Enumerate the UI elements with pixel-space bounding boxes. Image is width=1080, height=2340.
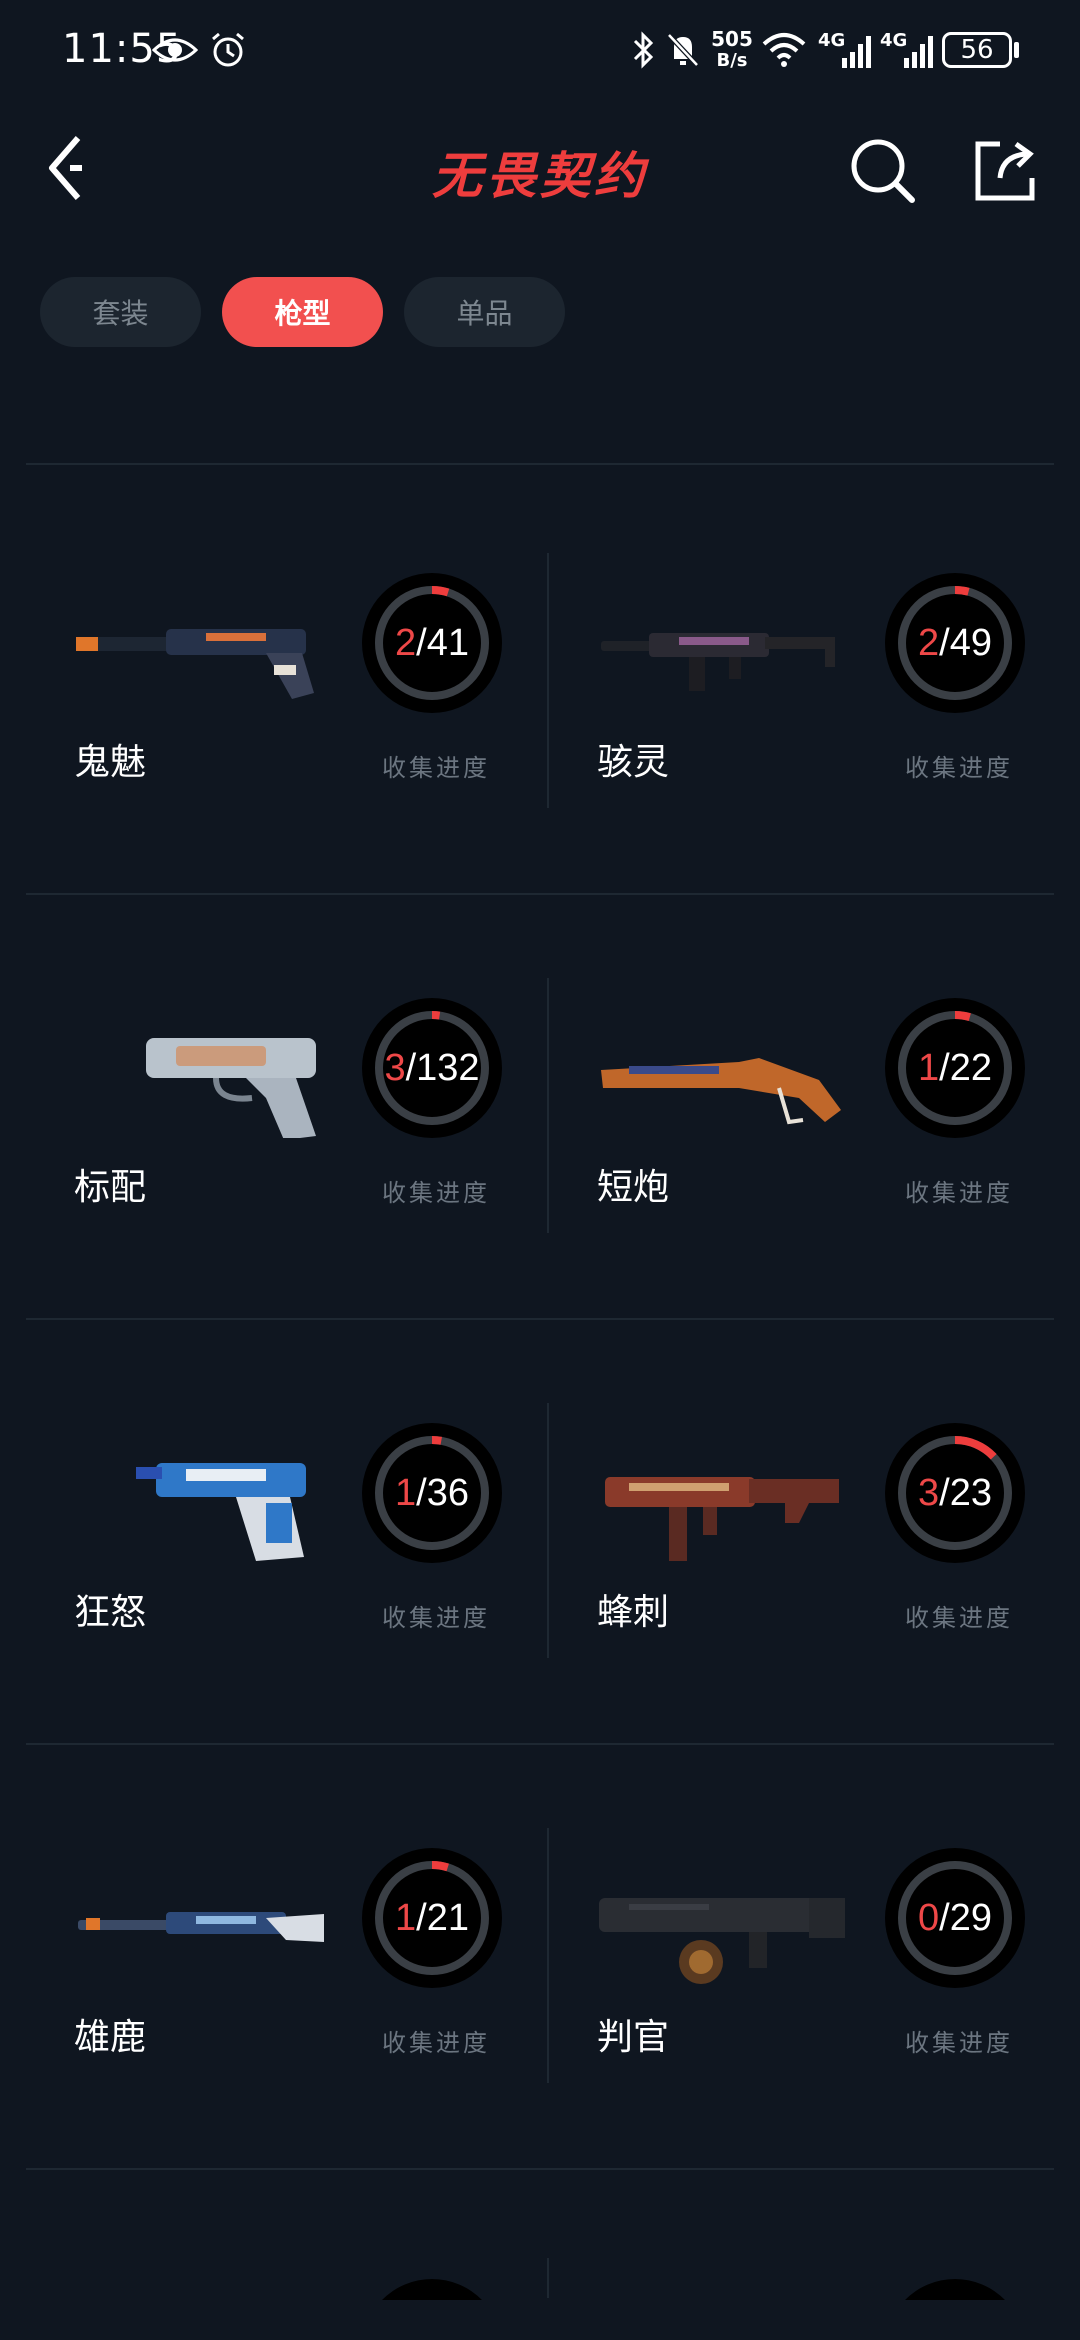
progress-count: 3/23 xyxy=(918,1471,992,1514)
progress-count: 1/36 xyxy=(395,1471,469,1514)
progress-ring-partial xyxy=(382,2278,482,2300)
weapon-name: 判官 xyxy=(597,2017,670,2058)
weapon-card-bucky[interactable]: 雄鹿 1/21 收集进度 xyxy=(26,1828,546,2128)
weapon-card-judge[interactable]: 判官 0/29 收集进度 xyxy=(549,1828,1069,2128)
progress-label: 收集进度 xyxy=(905,2029,1013,2057)
mute-bell-icon xyxy=(666,28,700,72)
weapon-name: 雄鹿 xyxy=(74,2017,147,2058)
net-speed: 505 B/s xyxy=(711,27,753,71)
tab-outfit[interactable]: 套装 xyxy=(40,277,201,347)
row-divider xyxy=(26,893,1054,895)
battery-tip xyxy=(1014,42,1019,58)
weapon-shotgun-image xyxy=(601,1058,841,1125)
progress-count: 0/29 xyxy=(918,1896,992,1939)
weapon-judge-image xyxy=(599,1898,845,1984)
tab-weapon-type[interactable]: 枪型 xyxy=(222,277,383,347)
progress-label: 收集进度 xyxy=(382,1179,490,1207)
progress-count: 1/21 xyxy=(395,1896,469,1939)
status-bar: 11:55 505 B/s 4G 4G 56 xyxy=(0,0,1080,110)
progress-count: 2/49 xyxy=(918,621,992,664)
progress-count: 1/22 xyxy=(918,1046,992,1089)
eye-icon xyxy=(152,28,198,72)
weapon-name: 鬼魅 xyxy=(74,742,147,783)
row-divider xyxy=(26,1318,1054,1320)
weapon-card-spectre[interactable]: 骇灵 2/49 收集进度 xyxy=(549,553,1069,853)
progress-count: 3/132 xyxy=(384,1046,480,1089)
weapon-handgun-image xyxy=(146,1038,316,1138)
weapon-card-ghost[interactable]: 鬼魅 2/41 收集进度 xyxy=(26,553,546,853)
progress-label: 收集进度 xyxy=(382,2029,490,2057)
weapon-stinger-image xyxy=(605,1477,839,1561)
weapon-smg-image xyxy=(601,633,835,691)
app-header: 无畏契约 xyxy=(0,110,1080,230)
search-icon xyxy=(851,139,915,203)
progress-count: 2/41 xyxy=(395,621,469,664)
weapon-card-frenzy[interactable]: 狂怒 1/36 收集进度 xyxy=(26,1403,546,1703)
weapon-bucky-image xyxy=(78,1912,324,1942)
tab-single-item[interactable]: 单品 xyxy=(404,277,565,347)
battery-indicator: 56 xyxy=(942,32,1012,68)
signal-icon-2: 4G xyxy=(880,28,936,72)
share-icon xyxy=(975,141,1035,201)
weapon-card-classic[interactable]: 标配 3/132 收集进度 xyxy=(26,978,546,1278)
row-divider xyxy=(26,2168,1054,2170)
search-button[interactable] xyxy=(846,134,918,206)
weapon-pistol-image xyxy=(76,629,314,699)
progress-label: 收集进度 xyxy=(905,1604,1013,1632)
alarm-icon xyxy=(208,28,248,72)
share-button[interactable] xyxy=(970,134,1042,206)
weapon-card-shorty[interactable]: 短炮 1/22 收集进度 xyxy=(549,978,1069,1278)
column-divider xyxy=(547,2258,549,2298)
weapon-name: 狂怒 xyxy=(74,1592,147,1633)
progress-label: 收集进度 xyxy=(905,1179,1013,1207)
weapon-name: 短炮 xyxy=(597,1167,670,1208)
signal-icon-1: 4G xyxy=(818,28,874,72)
row-divider xyxy=(26,1743,1054,1745)
bluetooth-icon xyxy=(630,28,656,72)
category-tabs: 套装 枪型 单品 xyxy=(40,277,565,347)
progress-label: 收集进度 xyxy=(905,754,1013,782)
progress-label: 收集进度 xyxy=(382,1604,490,1632)
weapon-machine-pistol-image xyxy=(136,1463,306,1561)
progress-ring-partial xyxy=(905,2278,1005,2300)
weapon-name: 蜂刺 xyxy=(597,1592,670,1633)
row-divider xyxy=(26,463,1054,465)
weapon-name: 骇灵 xyxy=(597,742,670,783)
weapon-name: 标配 xyxy=(74,1167,147,1208)
weapon-card-stinger[interactable]: 蜂刺 3/23 收集进度 xyxy=(549,1403,1069,1703)
wifi-icon xyxy=(760,28,808,72)
progress-label: 收集进度 xyxy=(382,754,490,782)
page-title: 无畏契约 xyxy=(432,147,648,205)
